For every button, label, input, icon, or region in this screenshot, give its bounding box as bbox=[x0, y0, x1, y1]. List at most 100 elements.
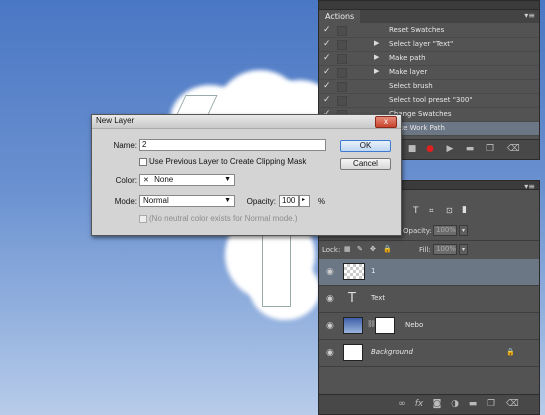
chevron-down-icon: ▼ bbox=[224, 197, 231, 204]
lock-row: Lock: ▦ ✎ ✥ 🔒 Fill: 100% ▾ bbox=[319, 241, 539, 260]
color-label: Color: bbox=[115, 176, 137, 185]
layer-thumbnail bbox=[343, 263, 365, 280]
fx-icon[interactable]: fx bbox=[414, 399, 424, 409]
filter-toggle-icon[interactable]: ▮ bbox=[462, 205, 467, 215]
action-label: Select layer "Text" bbox=[389, 40, 454, 48]
check-icon[interactable]: ✓ bbox=[323, 39, 333, 49]
check-icon[interactable]: ✓ bbox=[323, 81, 333, 91]
type-filter-icon[interactable]: T bbox=[413, 206, 419, 216]
action-item[interactable]: ✓ Reset Swatches bbox=[319, 24, 539, 38]
layer-thumbnail bbox=[343, 317, 363, 334]
opacity-field[interactable]: 100% bbox=[433, 225, 457, 236]
lock-icon: 🔒 bbox=[506, 348, 515, 356]
opacity-dropdown[interactable]: ▾ bbox=[459, 225, 468, 236]
panel-grip[interactable] bbox=[319, 1, 539, 10]
eye-icon[interactable]: ◉ bbox=[326, 321, 334, 331]
name-label: Name: bbox=[113, 141, 137, 150]
fill-dropdown[interactable]: ▾ bbox=[459, 244, 468, 255]
dialog-title-bar[interactable]: New Layer x bbox=[92, 115, 401, 129]
eye-icon[interactable]: ◉ bbox=[326, 294, 334, 304]
color-value: None bbox=[154, 175, 174, 184]
opacity-field[interactable]: 100 bbox=[279, 195, 299, 207]
check-icon[interactable]: ✓ bbox=[323, 95, 333, 105]
chevron-down-icon: ▼ bbox=[224, 176, 231, 183]
layer-row[interactable]: ◉ 1 bbox=[319, 259, 539, 286]
action-item[interactable]: ✓ ▶ Make layer bbox=[319, 66, 539, 80]
mode-value: Normal bbox=[143, 196, 169, 205]
layer-row[interactable]: ◉ ⛓ Nebo bbox=[319, 313, 539, 340]
check-icon[interactable]: ✓ bbox=[323, 25, 333, 35]
layer-thumbnail bbox=[343, 344, 363, 361]
play-icon[interactable]: ▶ bbox=[445, 144, 455, 154]
delete-icon[interactable]: ⌫ bbox=[506, 399, 519, 409]
check-icon[interactable]: ✓ bbox=[323, 67, 333, 77]
opacity-unit: % bbox=[318, 197, 326, 206]
lock-move-icon[interactable]: ✥ bbox=[370, 245, 376, 253]
opacity-label: Opacity: bbox=[246, 197, 276, 206]
dialog-toggle-box[interactable] bbox=[337, 40, 347, 50]
text-shape bbox=[262, 233, 291, 307]
cancel-button[interactable]: Cancel bbox=[340, 158, 391, 170]
expand-triangle-icon[interactable]: ▶ bbox=[374, 39, 379, 47]
lock-transparent-icon[interactable]: ▦ bbox=[344, 245, 351, 253]
action-label: Reset Swatches bbox=[389, 26, 445, 34]
fill-label: Fill: bbox=[419, 246, 431, 254]
new-layer-icon[interactable]: ❐ bbox=[486, 399, 496, 409]
action-label: Select brush bbox=[389, 82, 433, 90]
delete-icon[interactable]: ⌫ bbox=[507, 144, 520, 154]
link-icon[interactable]: ∞ bbox=[397, 399, 407, 409]
name-field[interactable]: 2 bbox=[139, 139, 326, 151]
layers-list: ◉ 1 ◉ T Text ◉ ⛓ Nebo ◉ 🔒 Background bbox=[319, 259, 539, 367]
action-label: Make path bbox=[389, 54, 426, 62]
mode-label: Mode: bbox=[114, 197, 137, 206]
lock-brush-icon[interactable]: ✎ bbox=[357, 245, 363, 253]
action-item[interactable]: ✓ ▶ Make path bbox=[319, 52, 539, 66]
color-select[interactable]: ✕ None ▼ bbox=[139, 174, 235, 186]
new-set-icon[interactable]: ▬ bbox=[465, 144, 475, 154]
action-item[interactable]: ✓ ▶ Select layer "Text" bbox=[319, 38, 539, 52]
lock-label: Lock: bbox=[322, 246, 341, 254]
clipping-mask-label: Use Previous Layer to Create Clipping Ma… bbox=[149, 157, 307, 166]
panel-tab-row: Actions ▾≡ bbox=[319, 10, 539, 23]
text-layer-icon: T bbox=[348, 291, 356, 306]
dialog-toggle-box[interactable] bbox=[337, 68, 347, 78]
dialog-toggle-box[interactable] bbox=[337, 54, 347, 64]
mode-select[interactable]: Normal ▼ bbox=[139, 195, 235, 207]
group-icon[interactable]: ▬ bbox=[468, 399, 478, 409]
panel-menu-icon[interactable]: ▾≡ bbox=[524, 11, 535, 20]
expand-triangle-icon[interactable]: ▶ bbox=[374, 53, 379, 61]
action-item[interactable]: ✓ Select brush bbox=[319, 80, 539, 94]
expand-triangle-icon[interactable]: ▶ bbox=[374, 67, 379, 75]
adjustment-icon[interactable]: ◑ bbox=[450, 399, 460, 409]
ok-button[interactable]: OK bbox=[340, 140, 391, 152]
check-icon[interactable]: ✓ bbox=[323, 53, 333, 63]
action-label: Select tool preset "300" bbox=[389, 96, 473, 104]
eye-icon[interactable]: ◉ bbox=[326, 267, 334, 277]
dialog-toggle-box[interactable] bbox=[337, 96, 347, 106]
shape-filter-icon[interactable]: ⌗ bbox=[429, 206, 434, 216]
action-item[interactable]: ✓ Select tool preset "300" bbox=[319, 94, 539, 108]
dialog-toggle-box[interactable] bbox=[337, 82, 347, 92]
fill-field[interactable]: 100% bbox=[433, 244, 457, 255]
layer-row[interactable]: ◉ T Text bbox=[319, 286, 539, 313]
opacity-stepper[interactable]: ▸ bbox=[299, 195, 310, 207]
tab-actions[interactable]: Actions bbox=[319, 10, 361, 23]
layer-name: Nebo bbox=[405, 321, 424, 329]
stop-icon[interactable]: ■ bbox=[407, 144, 417, 154]
layer-row[interactable]: ◉ 🔒 Background bbox=[319, 340, 539, 367]
new-layer-dialog: New Layer x Name: 2 Use Previous Layer t… bbox=[91, 114, 402, 236]
smart-object-filter-icon[interactable]: ⊡ bbox=[446, 206, 453, 215]
neutral-color-label: (No neutral color exists for Normal mode… bbox=[149, 214, 298, 223]
layer-name: Text bbox=[371, 294, 386, 302]
panel-menu-icon[interactable]: ▾≡ bbox=[524, 182, 535, 191]
dialog-title: New Layer bbox=[96, 116, 135, 125]
mask-icon[interactable]: ◙ bbox=[432, 399, 442, 409]
new-action-icon[interactable]: ❐ bbox=[485, 144, 495, 154]
record-icon[interactable]: ● bbox=[425, 144, 435, 154]
eye-icon[interactable]: ◉ bbox=[326, 348, 334, 358]
neutral-color-checkbox[interactable] bbox=[139, 215, 147, 223]
dialog-toggle-box[interactable] bbox=[337, 26, 347, 36]
clipping-mask-checkbox[interactable] bbox=[139, 158, 147, 166]
lock-all-icon[interactable]: 🔒 bbox=[383, 245, 392, 253]
close-button[interactable]: x bbox=[375, 116, 397, 128]
